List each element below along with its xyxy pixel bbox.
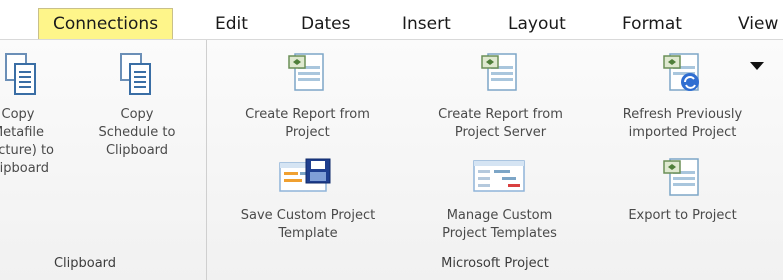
refresh-project-icon: [663, 53, 699, 91]
microsoft-project-group-label: Microsoft Project: [441, 256, 549, 271]
project-file-icon: [481, 53, 517, 91]
save-custom-template-label: Save Custom Project Template: [240, 208, 376, 241]
copy-pages-icon: [120, 53, 151, 95]
manage-templates-icon: [473, 160, 525, 192]
ribbon-tab-strip: Connections Edit Dates Insert Layout For…: [0, 0, 783, 40]
copy-pages-icon: [5, 53, 36, 95]
copy-schedule-label: Copy Schedule to Clipboard: [98, 107, 176, 158]
export-to-project-label: Export to Project: [628, 208, 737, 223]
create-report-from-server-label: Create Report from Project Server: [438, 107, 563, 140]
project-file-icon: [288, 53, 324, 91]
tab-view[interactable]: View: [738, 10, 778, 38]
create-report-from-project-label: Create Report from Project: [245, 107, 370, 140]
tab-edit[interactable]: Edit: [215, 10, 248, 38]
clipboard-group-label: Clipboard: [53, 256, 117, 271]
tab-connections[interactable]: Connections: [38, 8, 174, 40]
project-file-icon: [663, 158, 699, 196]
tab-layout[interactable]: Layout: [508, 10, 566, 38]
manage-custom-templates-label: Manage Custom Project Templates: [442, 208, 557, 241]
save-template-icon: [279, 158, 331, 192]
tab-format[interactable]: Format: [622, 10, 682, 38]
dropdown-arrow-icon[interactable]: [750, 62, 764, 70]
tab-insert[interactable]: Insert: [402, 10, 451, 38]
group-separator: [206, 40, 207, 280]
refresh-imported-project-label: Refresh Previously imported Project: [622, 107, 743, 140]
tab-dates[interactable]: Dates: [301, 10, 351, 38]
copy-metafile-label: Copy Metafile (Picture) to Clipboard: [0, 107, 55, 176]
